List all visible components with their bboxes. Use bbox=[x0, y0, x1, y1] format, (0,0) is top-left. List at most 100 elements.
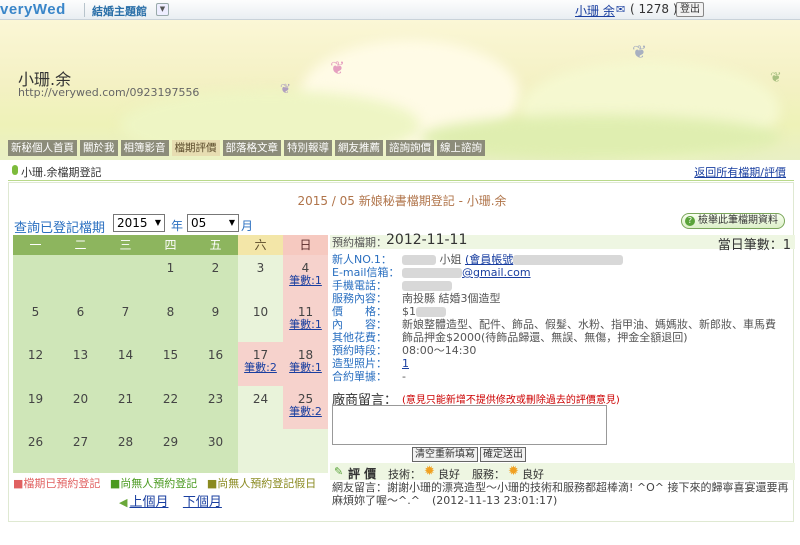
rating-label: 評 價 bbox=[348, 467, 377, 481]
day-number: 10 bbox=[252, 304, 269, 319]
calendar-day[interactable]: 11 筆數:1 bbox=[283, 298, 328, 342]
logout-button[interactable]: 登出 bbox=[676, 2, 704, 17]
email-link[interactable]: @gmail.com bbox=[462, 266, 531, 279]
report-booking-button[interactable]: ? 檢舉此筆檔期資料 bbox=[681, 213, 785, 229]
arrow-left-icon: ◀ bbox=[119, 496, 128, 509]
message-count[interactable]: ( 1278 ) bbox=[630, 2, 678, 16]
nav-item[interactable]: 特別報導 bbox=[284, 140, 332, 156]
tech-value: 良好 bbox=[438, 468, 460, 481]
submit-button[interactable]: 確定送出 bbox=[480, 447, 526, 462]
day-number: 1 bbox=[166, 261, 175, 275]
sun-icon: ✹ bbox=[508, 464, 519, 479]
booking-calendar: 一二三四五六日 1 2 3 4 筆數:1 5 6 7 8 9 10 11 筆數:1 12 13 14 15 16 1… bbox=[13, 235, 328, 473]
day-number: 14 bbox=[117, 348, 134, 362]
profile-nav: 新秘個人首頁 關於我 相簿影音 檔期評價 部落格文章 特別報導 網友推薦 諮詢詢價 線上諮詢 bbox=[8, 140, 485, 156]
day-number bbox=[283, 429, 328, 435]
schedule-panel: 2015 / 05 新娘秘書檔期登記 - 小珊.余 查詢已登記檔期 2015 ▼ … bbox=[8, 182, 795, 522]
booking-count-link[interactable]: 筆數:2 bbox=[283, 405, 328, 418]
calendar-day[interactable]: 25 筆數:2 bbox=[283, 385, 328, 429]
section-header: 小珊.余檔期登記 返回所有檔期/評價 bbox=[8, 161, 794, 181]
clear-button[interactable]: 清空重新填寫 bbox=[412, 447, 478, 462]
row-value: 08:00～14:30 bbox=[402, 344, 477, 357]
calendar-day: 21 bbox=[103, 385, 148, 429]
calendar-week: 12 13 14 15 16 17 筆數:2 18 筆數:1 bbox=[13, 342, 328, 386]
day-number: 12 bbox=[27, 348, 44, 362]
day-number: 26 bbox=[27, 435, 44, 449]
day-number: 18 bbox=[297, 348, 314, 362]
booking-count-link[interactable]: 筆數:1 bbox=[283, 275, 328, 287]
back-to-all-link[interactable]: 返回所有檔期/評價 bbox=[694, 164, 786, 180]
calendar-day: 24 bbox=[238, 385, 283, 429]
calendar-day[interactable]: 17 筆數:2 bbox=[238, 342, 283, 386]
booking-count-link[interactable]: 筆數:1 bbox=[283, 362, 328, 374]
day-number bbox=[58, 255, 103, 261]
nav-item[interactable]: 線上諮詢 bbox=[437, 140, 485, 156]
next-month-link[interactable]: 下個月 bbox=[183, 495, 222, 510]
calendar-day: 29 bbox=[148, 429, 193, 473]
leaf-icon bbox=[12, 165, 18, 175]
day-number: 6 bbox=[76, 304, 85, 319]
legend-free: ■尚無人預約登記 bbox=[109, 477, 198, 490]
calendar-day bbox=[283, 429, 328, 473]
calendar-day: 27 bbox=[58, 429, 103, 473]
user-profile-link[interactable]: 小珊 余 bbox=[575, 2, 615, 19]
rating-bar: ✎ 評 價 技術： ✹ 良好 服務： ✹ 良好 bbox=[330, 463, 795, 481]
profile-url[interactable]: http://verywed.com/0923197556 bbox=[18, 86, 199, 99]
month-select[interactable]: 05 ▼ bbox=[187, 214, 239, 232]
site-menu-link[interactable]: 結婚主題館 bbox=[92, 3, 147, 19]
nav-item[interactable]: 諮詢詢價 bbox=[386, 140, 434, 156]
calendar-week: 1 2 3 4 筆數:1 bbox=[13, 255, 328, 299]
butterfly-icon: ❦ bbox=[330, 58, 346, 79]
day-number: 30 bbox=[207, 435, 224, 449]
calendar-day: 7 bbox=[103, 298, 148, 342]
row-value: - bbox=[402, 370, 406, 383]
year-value: 2015 bbox=[117, 216, 148, 230]
day-number: 5 bbox=[31, 304, 40, 319]
day-number: 27 bbox=[72, 435, 89, 449]
site-logo[interactable]: veryWed bbox=[0, 1, 66, 18]
chevron-down-icon[interactable]: ▼ bbox=[156, 3, 169, 16]
nav-item[interactable]: 相簿影音 bbox=[120, 140, 169, 156]
nav-item[interactable]: 檔期評價 bbox=[171, 140, 220, 156]
profile-banner: ❦ ❦ ❦ ❦ 小珊.余 http://verywed.com/09231975… bbox=[0, 20, 800, 160]
mail-icon[interactable]: ✉ bbox=[616, 3, 625, 16]
detail-row-contract: 合約單據： - bbox=[332, 368, 406, 384]
calendar-day: 10 bbox=[238, 298, 283, 342]
booking-date-bar: 預約檔期： 2012-11-11 當日筆數：1 bbox=[330, 232, 795, 253]
calendar-day: 28 bbox=[103, 429, 148, 473]
day-number: 22 bbox=[162, 391, 179, 406]
calendar-day: 15 bbox=[148, 342, 193, 386]
calendar-day: 23 bbox=[193, 385, 238, 429]
vendor-comment-input[interactable] bbox=[332, 405, 607, 445]
pencil-icon: ✎ bbox=[334, 465, 344, 478]
divider bbox=[84, 3, 85, 17]
year-unit: 年 bbox=[171, 219, 184, 233]
day-number: 3 bbox=[256, 261, 265, 275]
calendar-day: 20 bbox=[58, 385, 103, 429]
day-number: 29 bbox=[162, 435, 179, 449]
year-select[interactable]: 2015 ▼ bbox=[113, 214, 165, 232]
booking-count-link[interactable]: 筆數:1 bbox=[283, 318, 328, 331]
nav-item[interactable]: 部落格文章 bbox=[222, 140, 281, 156]
calendar-day: 19 bbox=[13, 385, 58, 429]
booking-count-link[interactable]: 筆數:2 bbox=[238, 362, 283, 374]
day-number: 15 bbox=[162, 348, 179, 362]
day-number: 8 bbox=[166, 304, 175, 319]
calendar-day bbox=[13, 255, 58, 299]
prev-month-link[interactable]: 上個月 bbox=[129, 495, 168, 510]
month-pager: ◀ 上個月 下個月 bbox=[117, 491, 222, 510]
day-number: 23 bbox=[207, 391, 224, 406]
calendar-day[interactable]: 18 筆數:1 bbox=[283, 342, 328, 386]
nav-item[interactable]: 關於我 bbox=[80, 140, 118, 156]
butterfly-icon: ❦ bbox=[280, 82, 291, 97]
calendar-day: 9 bbox=[193, 298, 238, 342]
nav-item[interactable]: 網友推薦 bbox=[335, 140, 383, 156]
calendar-day bbox=[58, 255, 103, 299]
weekday-header: 日 bbox=[283, 235, 328, 255]
calendar-day: 2 bbox=[193, 255, 238, 299]
chevron-down-icon: ▼ bbox=[228, 218, 235, 227]
nav-item[interactable]: 新秘個人首頁 bbox=[8, 140, 77, 156]
calendar-day: 22 bbox=[148, 385, 193, 429]
calendar-weekday-header: 一二三四五六日 bbox=[13, 235, 328, 255]
calendar-day[interactable]: 4 筆數:1 bbox=[283, 255, 328, 299]
